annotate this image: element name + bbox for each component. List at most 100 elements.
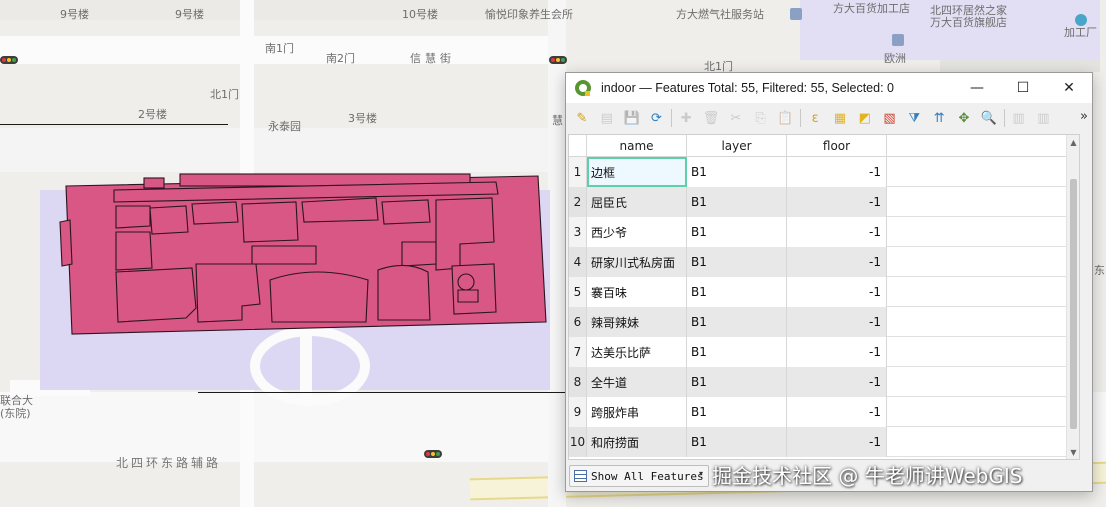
multi-edit-icon[interactable]: ▤ (597, 108, 617, 128)
table-row[interactable]: 3 西少爷 B1 -1 (569, 217, 1079, 247)
indoor-shop[interactable] (115, 231, 153, 271)
minimize-button[interactable]: — (954, 73, 1000, 103)
table-row[interactable]: 9 跨服炸串 B1 -1 (569, 397, 1079, 427)
cell-name[interactable]: 研家川式私房面 (587, 247, 687, 277)
column-header-layer[interactable]: layer (687, 135, 787, 157)
row-number[interactable]: 7 (569, 337, 587, 367)
table-row[interactable]: 7 达美乐比萨 B1 -1 (569, 337, 1079, 367)
row-number[interactable]: 6 (569, 307, 587, 337)
indoor-shop[interactable] (115, 205, 151, 229)
row-number[interactable]: 5 (569, 277, 587, 307)
indoor-shop[interactable] (241, 201, 299, 243)
cell-name[interactable]: 西少爷 (587, 217, 687, 247)
indoor-wing[interactable] (59, 219, 73, 267)
cell-name[interactable]: 褰百味 (587, 277, 687, 307)
cell-layer[interactable]: B1 (687, 247, 787, 277)
window-titlebar[interactable]: indoor — Features Total: 55, Filtered: 5… (566, 73, 1092, 103)
show-all-features-button[interactable]: Show All Features (569, 465, 709, 487)
cell-floor[interactable]: -1 (787, 367, 887, 397)
cell-name[interactable]: 全牛道 (587, 367, 687, 397)
cell-layer[interactable]: B1 (687, 217, 787, 247)
indoor-shop[interactable] (457, 273, 475, 291)
indoor-shop[interactable] (451, 263, 497, 315)
row-number[interactable]: 10 (569, 427, 587, 457)
column-header-name[interactable]: name (587, 135, 687, 157)
add-feature-icon[interactable]: ✚ (676, 108, 696, 128)
cell-floor[interactable]: -1 (787, 247, 887, 277)
table-row[interactable]: 8 全牛道 B1 -1 (569, 367, 1079, 397)
indoor-shop[interactable] (191, 201, 239, 225)
row-number[interactable]: 3 (569, 217, 587, 247)
cell-floor[interactable]: -1 (787, 337, 887, 367)
pan-to-selection-icon[interactable]: ✥ (954, 108, 974, 128)
cell-layer[interactable]: B1 (687, 187, 787, 217)
cell-layer[interactable]: B1 (687, 337, 787, 367)
indoor-layer-polygons[interactable] (56, 172, 556, 336)
table-row[interactable]: 5 褰百味 B1 -1 (569, 277, 1079, 307)
expression-select-icon[interactable]: ε (805, 108, 825, 128)
cell-name[interactable]: 屈臣氏 (587, 187, 687, 217)
table-row[interactable]: 10 和府捞面 B1 -1 (569, 427, 1079, 457)
reload-icon[interactable]: ⟳ (646, 108, 666, 128)
cell-name[interactable]: 和府捞面 (587, 427, 687, 457)
close-button[interactable]: ✕ (1046, 73, 1092, 103)
cell-floor[interactable]: -1 (787, 217, 887, 247)
cell-floor[interactable]: -1 (787, 307, 887, 337)
cell-name[interactable]: 辣哥辣妹 (587, 307, 687, 337)
cell-name[interactable]: 边框 (587, 157, 687, 187)
table-row[interactable]: 4 研家川式私房面 B1 -1 (569, 247, 1079, 277)
indoor-shop[interactable] (401, 241, 437, 267)
cell-name[interactable]: 达美乐比萨 (587, 337, 687, 367)
cell-layer[interactable]: B1 (687, 397, 787, 427)
table-row[interactable]: 1 边框 B1 -1 (569, 157, 1079, 187)
delete-field-icon[interactable]: ▥ (1033, 108, 1053, 128)
table-row[interactable]: 2 屈臣氏 B1 -1 (569, 187, 1079, 217)
row-number[interactable]: 8 (569, 367, 587, 397)
indoor-shop[interactable] (377, 264, 431, 321)
indoor-shop[interactable] (301, 197, 379, 223)
indoor-shop[interactable] (149, 205, 189, 235)
attribute-table-window[interactable]: indoor — Features Total: 55, Filtered: 5… (565, 72, 1093, 492)
row-number[interactable]: 4 (569, 247, 587, 277)
scrollbar-thumb[interactable] (1070, 179, 1077, 429)
chevron-down-icon[interactable]: ▾ (699, 469, 703, 478)
cell-layer[interactable]: B1 (687, 427, 787, 457)
indoor-shop[interactable] (457, 289, 479, 303)
indoor-shop[interactable] (115, 267, 197, 323)
cell-layer[interactable]: B1 (687, 367, 787, 397)
cell-floor[interactable]: -1 (787, 187, 887, 217)
cell-layer[interactable]: B1 (687, 277, 787, 307)
cell-floor[interactable]: -1 (787, 277, 887, 307)
cell-floor[interactable]: -1 (787, 157, 887, 187)
cell-name[interactable]: 跨服炸串 (587, 397, 687, 427)
table-row[interactable]: 6 辣哥辣妹 B1 -1 (569, 307, 1079, 337)
select-all-icon[interactable]: ▦ (830, 108, 850, 128)
vertical-scrollbar[interactable]: ▲ ▼ (1066, 135, 1079, 459)
zoom-to-selection-icon[interactable]: 🔍 (979, 108, 999, 128)
cell-floor[interactable]: -1 (787, 397, 887, 427)
save-icon[interactable]: 💾 (622, 108, 642, 128)
row-number[interactable]: 1 (569, 157, 587, 187)
deselect-icon[interactable]: ▧ (880, 108, 900, 128)
invert-selection-icon[interactable]: ◩ (855, 108, 875, 128)
cell-layer[interactable]: B1 (687, 157, 787, 187)
row-number[interactable]: 2 (569, 187, 587, 217)
filter-icon[interactable]: ⧩ (904, 108, 924, 128)
maximize-button[interactable]: ☐ (1000, 73, 1046, 103)
delete-icon[interactable]: 🗑 (701, 108, 721, 128)
pencil-icon[interactable]: ✎ (572, 108, 592, 128)
new-field-icon[interactable]: ▥ (1009, 108, 1029, 128)
attribute-table[interactable]: name layer floor 1 边框 B1 -1 2 屈臣氏 B1 -1 3 西少爷 B1 -1… (568, 134, 1080, 460)
row-number[interactable]: 9 (569, 397, 587, 427)
indoor-shop[interactable] (381, 199, 431, 225)
cell-floor[interactable]: -1 (787, 427, 887, 457)
paste-icon[interactable]: 📋 (775, 108, 795, 128)
cell-layer[interactable]: B1 (687, 307, 787, 337)
scroll-up-icon[interactable]: ▲ (1067, 135, 1079, 149)
indoor-notch[interactable] (143, 177, 165, 189)
move-selection-top-icon[interactable]: ⇈ (929, 108, 949, 128)
indoor-shop[interactable] (251, 245, 317, 265)
indoor-shop[interactable] (269, 271, 369, 323)
cut-icon[interactable]: ✂ (726, 108, 746, 128)
toolbar-overflow-button[interactable]: » (1080, 109, 1088, 124)
